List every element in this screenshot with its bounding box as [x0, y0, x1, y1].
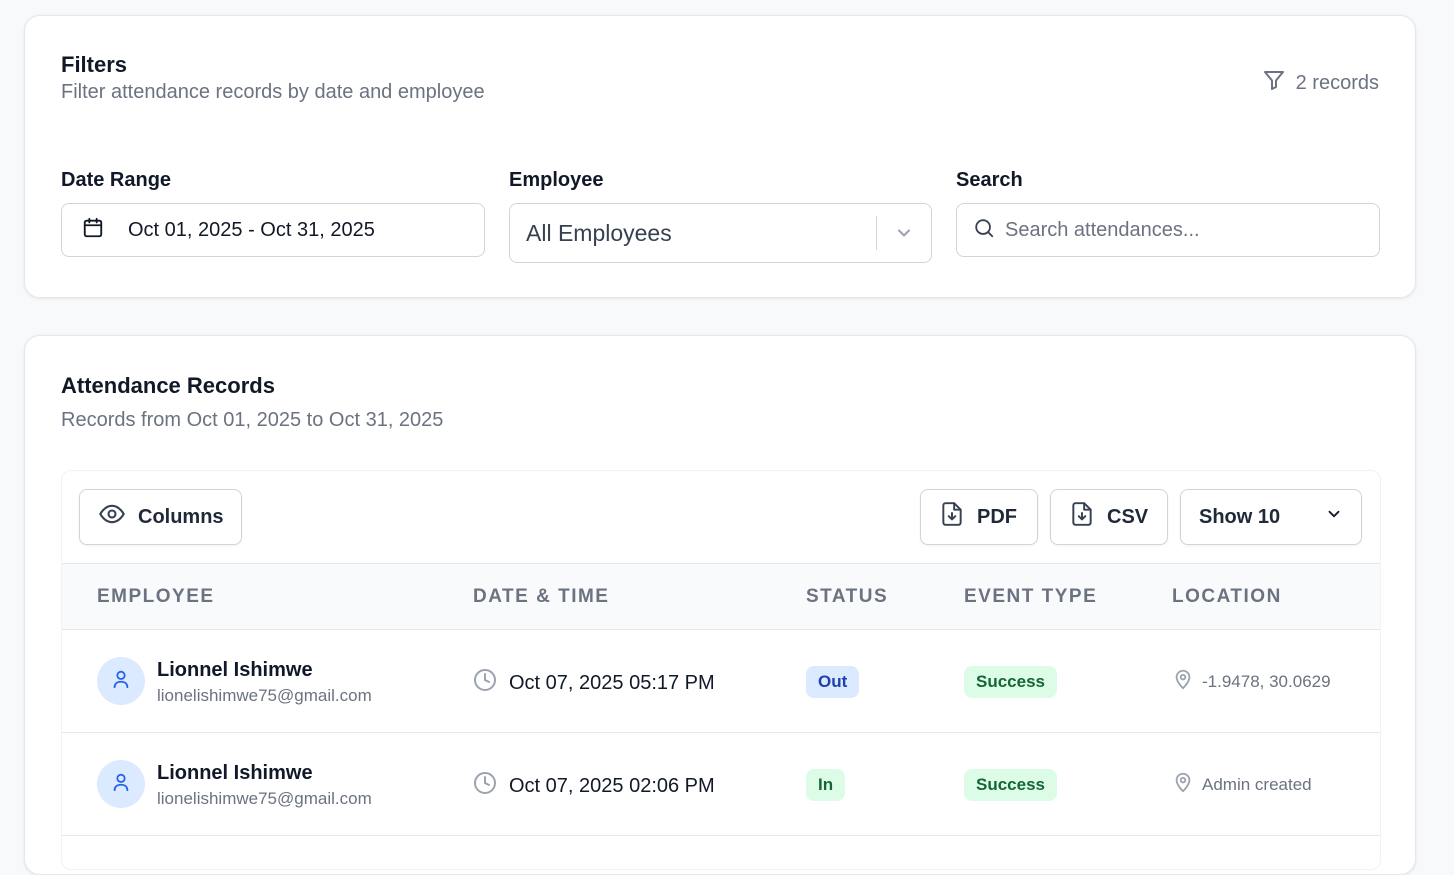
attendance-records-card: Attendance Records Records from Oct 01, … [24, 335, 1416, 875]
avatar [97, 760, 145, 808]
export-pdf-button[interactable]: PDF [920, 489, 1038, 545]
records-count: 2 records [1262, 68, 1379, 98]
date-time-value: Oct 07, 2025 02:06 PM [509, 774, 715, 797]
page-size-value: Show 10 [1199, 505, 1281, 528]
status-badge: Out [806, 666, 860, 698]
chevron-down-icon[interactable] [877, 223, 931, 243]
map-pin-icon [1172, 668, 1194, 695]
employee-select[interactable]: All Employees [509, 203, 932, 263]
employee-email: lionelishimwe75@gmail.com [157, 686, 372, 705]
pdf-button-label: PDF [977, 505, 1017, 528]
date-range-label: Date Range [61, 169, 172, 191]
filters-card: Filters Filter attendance records by dat… [24, 15, 1416, 298]
date-range-value: Oct 01, 2025 - Oct 31, 2025 [128, 218, 375, 241]
date-time-cell: Oct 07, 2025 05:17 PM [473, 668, 715, 698]
location-cell: Admin created [1172, 771, 1312, 798]
date-range-picker[interactable]: Oct 01, 2025 - Oct 31, 2025 [61, 203, 485, 257]
records-title: Attendance Records [61, 373, 275, 398]
file-download-icon [939, 501, 965, 533]
column-header-date-time[interactable]: DATE & TIME [473, 586, 609, 608]
map-pin-icon [1172, 771, 1194, 798]
employee-email: lionelishimwe75@gmail.com [157, 789, 372, 808]
page-size-select[interactable]: Show 10 [1180, 489, 1362, 545]
location-value: Admin created [1202, 774, 1312, 794]
search-input[interactable] [1005, 218, 1365, 242]
table-row[interactable]: Lionnel Ishimwe lionelishimwe75@gmail.co… [62, 733, 1380, 836]
filters-title: Filters [61, 52, 128, 77]
column-header-location[interactable]: LOCATION [1172, 586, 1282, 608]
records-subtitle: Records from Oct 01, 2025 to Oct 31, 202… [61, 409, 444, 431]
column-header-event-type[interactable]: EVENT TYPE [964, 586, 1097, 608]
records-count-label: 2 records [1295, 71, 1379, 94]
chevron-down-icon [1325, 505, 1343, 529]
event-type-badge: Success [964, 769, 1057, 801]
avatar [97, 657, 145, 705]
event-type-badge: Success [964, 666, 1057, 698]
employee-name: Lionnel Ishimwe [157, 659, 313, 681]
search-field[interactable] [956, 203, 1380, 257]
csv-button-label: CSV [1107, 505, 1149, 528]
eye-icon [98, 500, 126, 534]
employee-name: Lionnel Ishimwe [157, 762, 313, 784]
table-row[interactable]: Lionnel Ishimwe lionelishimwe75@gmail.co… [62, 630, 1380, 733]
calendar-icon [82, 217, 104, 244]
user-icon [110, 668, 132, 695]
clock-icon [473, 668, 497, 698]
clock-icon [473, 771, 497, 801]
columns-button-label: Columns [138, 505, 224, 528]
column-header-employee[interactable]: EMPLOYEE [97, 586, 215, 608]
records-table: Columns PDF CSV Show 10 EMPLOYEE DATE & … [61, 470, 1381, 870]
search-icon [973, 217, 995, 244]
table-header: EMPLOYEE DATE & TIME STATUS EVENT TYPE L… [62, 563, 1380, 630]
status-badge: In [806, 769, 846, 801]
column-header-status[interactable]: STATUS [806, 586, 888, 608]
search-label: Search [956, 169, 1023, 191]
export-csv-button[interactable]: CSV [1050, 489, 1168, 545]
location-cell: -1.9478, 30.0629 [1172, 668, 1331, 695]
filter-icon [1262, 68, 1286, 98]
date-time-value: Oct 07, 2025 05:17 PM [509, 671, 715, 694]
columns-button[interactable]: Columns [79, 489, 242, 545]
employee-label: Employee [509, 169, 604, 191]
file-download-icon [1069, 501, 1095, 533]
employee-select-value: All Employees [526, 219, 672, 246]
user-icon [110, 771, 132, 798]
location-value: -1.9478, 30.0629 [1202, 671, 1331, 691]
date-time-cell: Oct 07, 2025 02:06 PM [473, 771, 715, 801]
filters-subtitle: Filter attendance records by date and em… [61, 81, 485, 103]
